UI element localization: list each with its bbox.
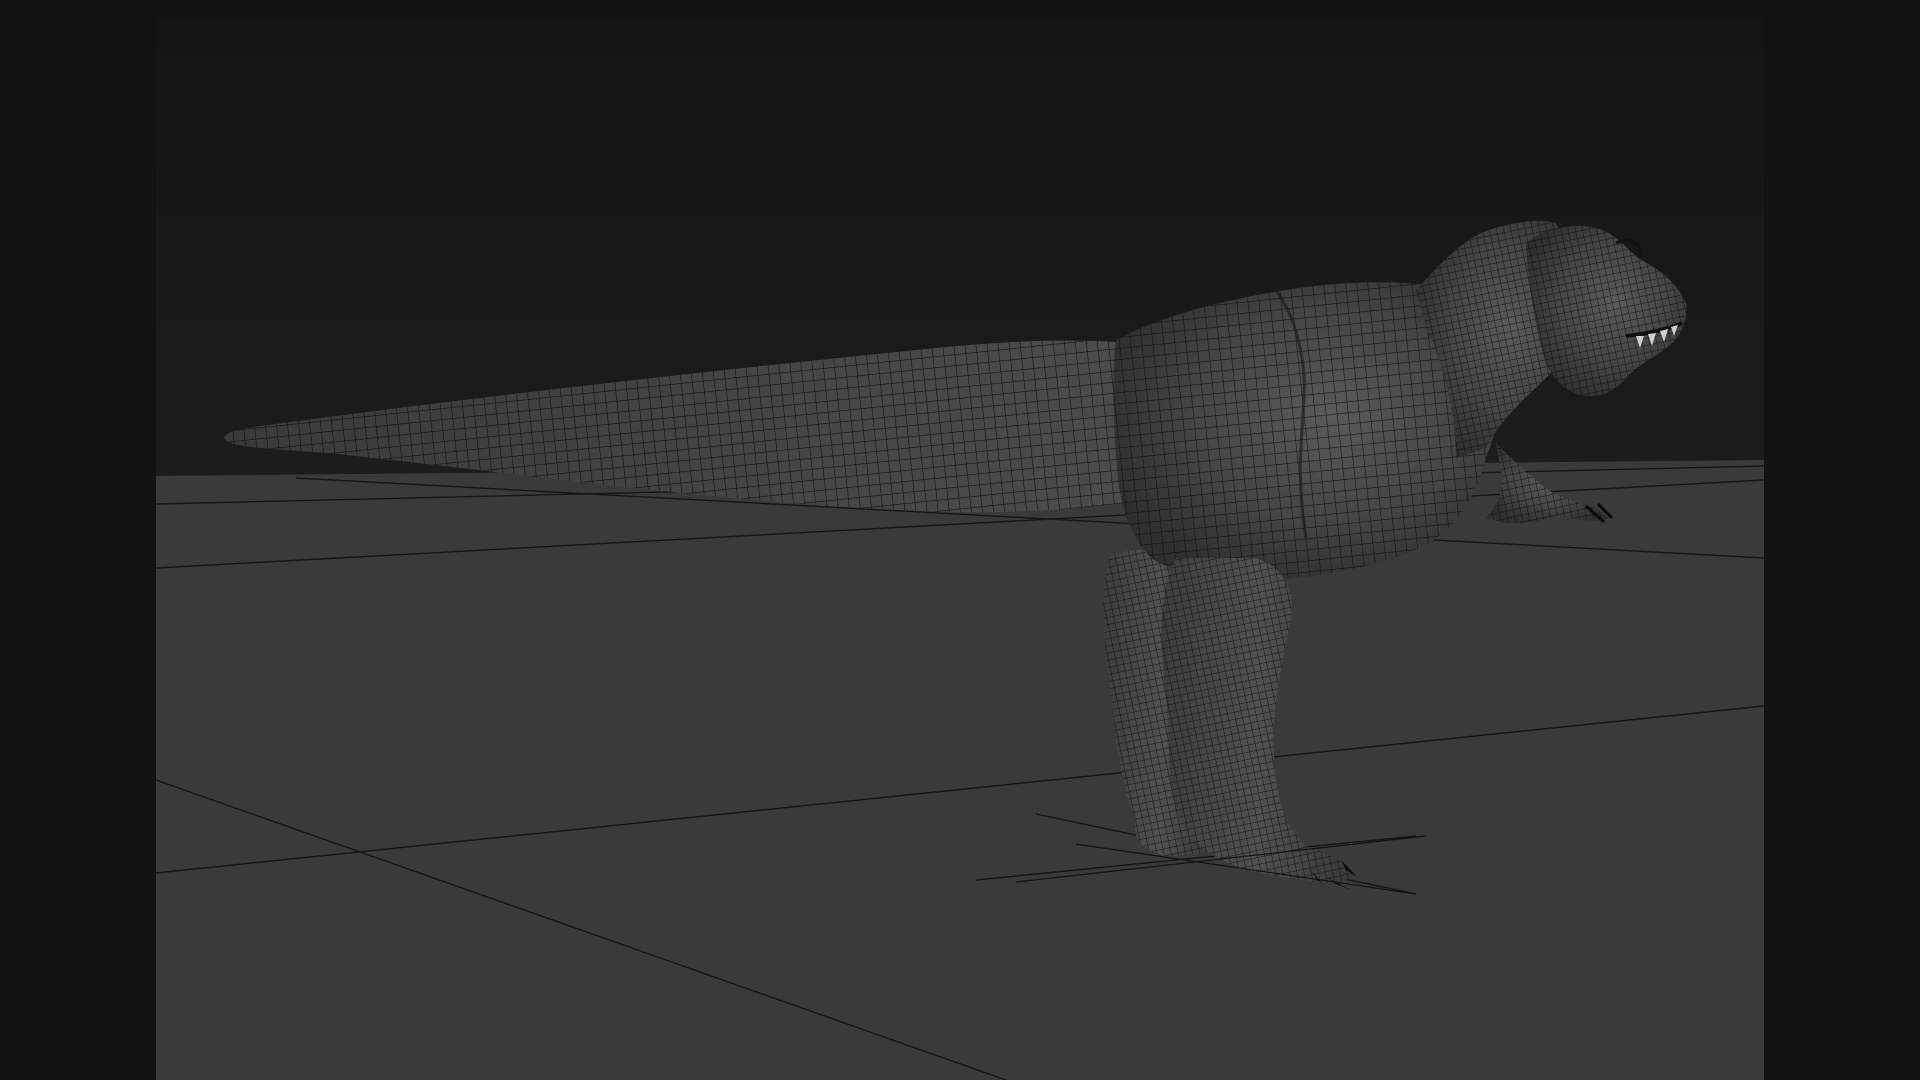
trex-head bbox=[1526, 225, 1687, 397]
3d-viewport[interactable] bbox=[156, 18, 1764, 1080]
viewport-canvas[interactable] bbox=[156, 18, 1764, 1080]
app-window bbox=[0, 0, 1920, 1080]
ground-plane bbox=[156, 460, 1764, 1080]
